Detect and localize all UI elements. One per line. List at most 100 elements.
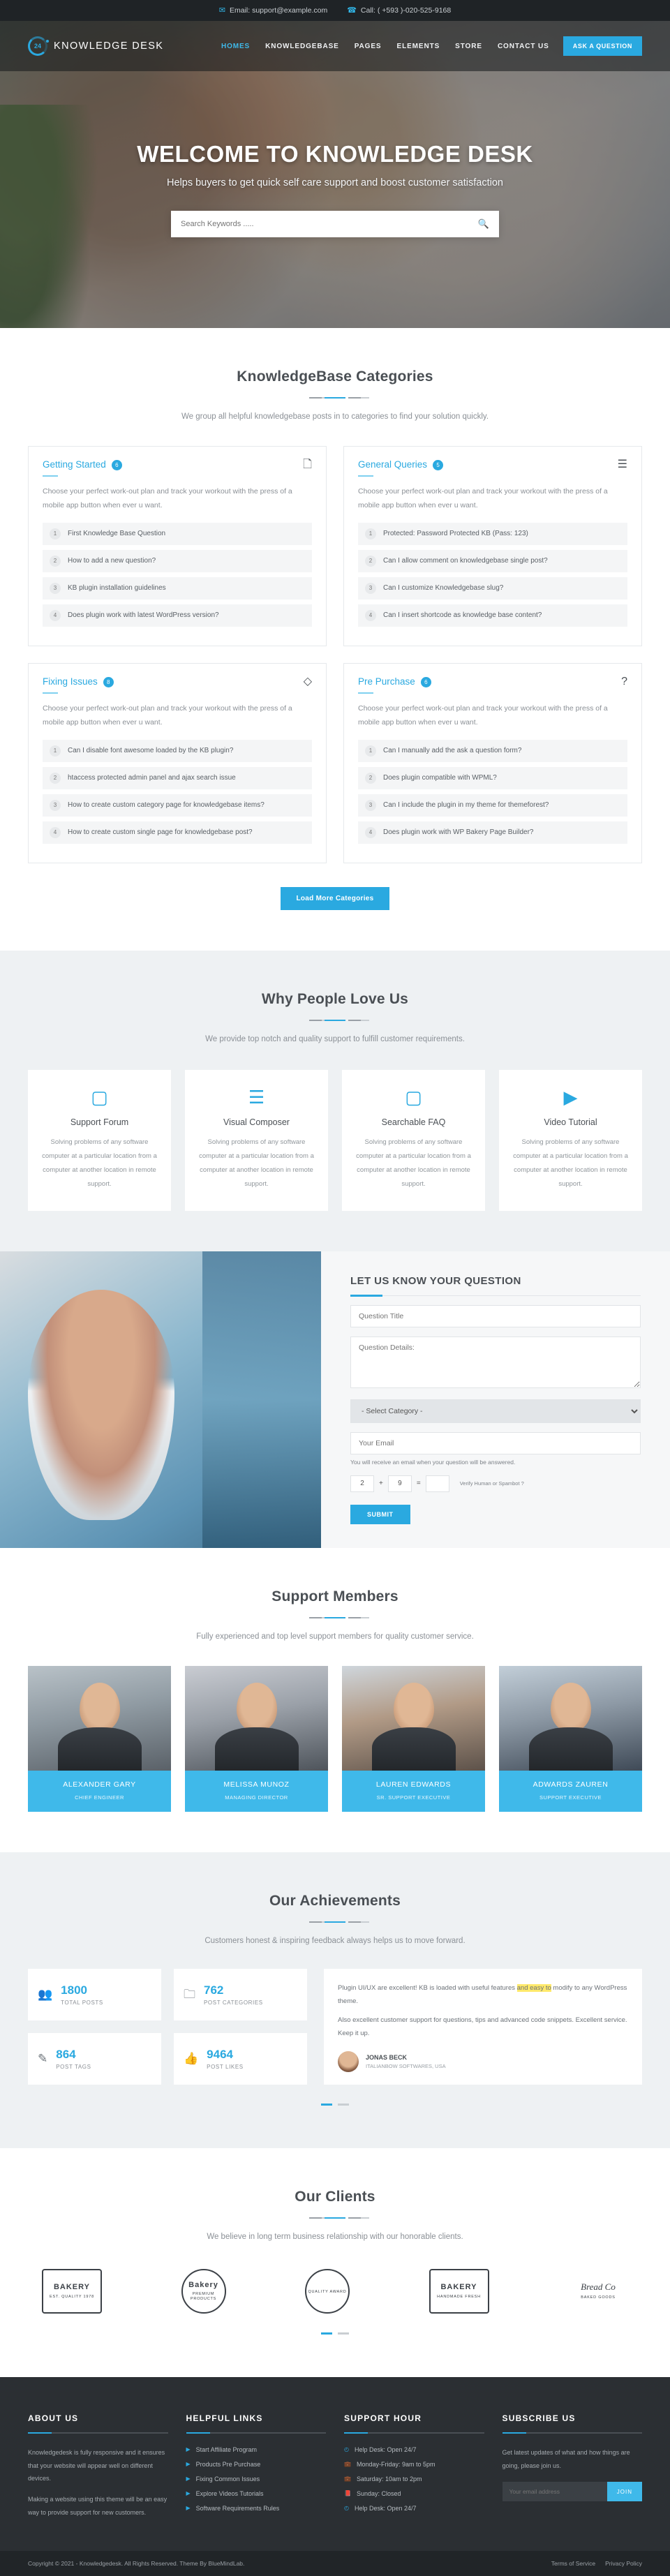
nav-item-homes[interactable]: HOMES [221, 43, 250, 50]
captcha-operand-a: 2 [350, 1475, 374, 1492]
top-email[interactable]: ✉ Email: support@example.com [219, 6, 327, 15]
list-item[interactable]: 3 Can I customize Knowledgebase slug? [358, 576, 627, 600]
load-more-categories-button[interactable]: Load More Categories [281, 886, 389, 910]
nav-item-contact-us[interactable]: CONTACT US [498, 43, 549, 50]
list-item[interactable]: 4 Can I insert shortcode as knowledge bas… [358, 604, 627, 627]
question-details-textarea[interactable] [350, 1336, 641, 1388]
category-name[interactable]: General Queries [358, 459, 427, 470]
list-item[interactable]: 3 KB plugin installation guidelines [43, 576, 312, 600]
question-title-input[interactable] [350, 1304, 641, 1327]
list-item-label: How to create custom category page for k… [68, 801, 265, 810]
list-item-label: Can I include the plugin in my theme for… [383, 801, 549, 810]
footer-hour-label: Saturday: 10am to 2pm [356, 2475, 422, 2482]
carousel-dot-active[interactable] [321, 2103, 333, 2106]
list-item[interactable]: 3 How to create custom category page for … [43, 794, 312, 817]
knowledgebase-categories-section: KnowledgeBase Categories We group all he… [0, 328, 670, 951]
subscribe-form: JOIN [502, 2482, 642, 2502]
love-subtitle: We provide top notch and quality support… [205, 1034, 465, 1043]
play-circle-icon: ▶ [563, 1086, 578, 1108]
site-logo[interactable]: 24 KNOWLEDGE DESK [28, 36, 163, 56]
footer-columns: ABOUT US Knowledgedesk is fully responsi… [28, 2413, 642, 2527]
list-item[interactable]: 2 Can I allow comment on knowledgebase si… [358, 549, 627, 572]
category-card: General Queries 5 ☰ Choose your perfect wor… [343, 446, 642, 646]
list-item[interactable]: 2 htaccess protected admin panel and ajax… [43, 766, 312, 789]
list-item-number: 3 [365, 582, 376, 594]
list-item[interactable]: 1 Protected: Password Protected KB (Pass:… [358, 522, 627, 545]
nav-item-elements[interactable]: ELEMENTS [397, 43, 440, 50]
team-member-photo [342, 1665, 485, 1771]
top-phone[interactable]: ☎ Call: ( +593 )-020-525-9168 [347, 6, 451, 15]
copyright-link[interactable]: Terms of Service [551, 2560, 595, 2567]
search-input[interactable] [181, 220, 478, 228]
footer-link[interactable]: ▶ Software Requirements Rules [186, 2505, 327, 2512]
copyright-link[interactable]: Privacy Policy [605, 2560, 642, 2567]
footer-link[interactable]: ▶ Fixing Common Issues [186, 2476, 327, 2482]
footer-link[interactable]: ▶ Start Affiliate Program [186, 2446, 327, 2453]
footer-hour-label: Help Desk: Open 24/7 [354, 2504, 417, 2512]
list-item-label: Can I manually add the ask a question fo… [383, 747, 522, 755]
list-item[interactable]: 4 How to create custom single page for kn… [43, 821, 312, 844]
nav-item-knowledgebase[interactable]: KNOWLEDGEBASE [265, 43, 339, 50]
hero-content: WELCOME TO KNOWLEDGE DESK Helps buyers t… [0, 71, 670, 237]
category-select[interactable]: - Select Category -Getting StartedGenera… [350, 1399, 641, 1423]
category-name[interactable]: Fixing Issues [43, 676, 98, 687]
carousel-dot[interactable] [337, 2103, 349, 2106]
team-member-card[interactable]: ALEXANDER GARY CHIEF ENGINEER [28, 1665, 171, 1812]
top-contact-bar: ✉ Email: support@example.com ☎ Call: ( +… [0, 0, 670, 21]
logo-text: KNOWLEDGE DESK [54, 40, 164, 52]
category-description: Choose your perfect work-out plan and tr… [358, 704, 608, 727]
category-description: Choose your perfect work-out plan and tr… [43, 704, 292, 727]
nav-item-store[interactable]: STORE [455, 43, 482, 50]
category-description: Choose your perfect work-out plan and tr… [358, 487, 608, 509]
search-icon[interactable]: 🔍 [478, 218, 489, 230]
category-name[interactable]: Getting Started [43, 459, 106, 470]
hero-title: WELCOME TO KNOWLEDGE DESK [137, 141, 533, 167]
footer-link-label: Start Affiliate Program [195, 2445, 258, 2453]
client-logo-tagline: PREMIUM PRODUCTS [190, 2292, 217, 2302]
list-item[interactable]: 2 Does plugin compatible with WPML? [358, 766, 627, 789]
list-item[interactable]: 3 Can I include the plugin in my theme fo… [358, 794, 627, 817]
footer-hour-item: ◴ Help Desk: Open 24/7 [344, 2446, 484, 2453]
footer-link[interactable]: ▶ Products Pre Purchase [186, 2461, 327, 2468]
client-logo: BAKERY HANDMADE FRESH [429, 2268, 489, 2314]
team-member-card[interactable]: LAUREN EDWARDS SR. SUPPORT EXECUTIVE [342, 1665, 485, 1812]
email-note: You will receive an email when your ques… [350, 1458, 516, 1466]
footer-links-list: ▶ Start Affiliate Program ▶ Products Pre Pu… [186, 2446, 327, 2512]
ask-question-section: LET US KNOW YOUR QUESTION - Select Categ… [0, 1251, 670, 1548]
subscribe-email-input[interactable] [502, 2482, 607, 2502]
feature-title: Searchable FAQ [381, 1117, 446, 1127]
list-item[interactable]: 4 Does plugin work with WP Bakery Page Bu… [358, 821, 627, 844]
briefcase-icon: 💼 [344, 2476, 351, 2482]
client-logo: QUALITY AWARD [305, 2268, 350, 2314]
client-logo: Bread Co BAKED GOODS [568, 2269, 628, 2314]
form-title-underline [350, 1294, 641, 1297]
list-item[interactable]: 1 First Knowledge Base Question [43, 522, 312, 545]
carousel-dot-active[interactable] [321, 2332, 333, 2335]
testimonial-author-name: JONAS BECK [366, 2053, 408, 2061]
question-circle-icon: ? [621, 675, 627, 687]
question-form: LET US KNOW YOUR QUESTION - Select Categ… [321, 1251, 670, 1548]
list-item[interactable]: 1 Can I manually add the ask a question f… [358, 739, 627, 762]
hero-search-bar[interactable]: 🔍 [171, 211, 499, 237]
team-member-card[interactable]: MELISSA MUNOZ MANAGING DIRECTOR [185, 1665, 328, 1812]
email-field[interactable] [350, 1431, 641, 1454]
feature-title: Visual Composer [223, 1117, 290, 1127]
stat-number: 762 [204, 1983, 224, 1997]
carousel-dot[interactable] [337, 2332, 349, 2335]
nav-item-pages[interactable]: PAGES [355, 43, 382, 50]
footer-subscribe-desc: Get latest updates of what and how thing… [502, 2448, 630, 2469]
footer-link[interactable]: ▶ Explore Videos Tutorials [186, 2490, 327, 2497]
submit-button[interactable]: SUBMIT [350, 1504, 410, 1524]
category-name[interactable]: Pre Purchase [358, 676, 415, 687]
list-item[interactable]: 2 How to add a new question? [43, 549, 312, 572]
team-member-card[interactable]: ADWARDS ZAUREN SUPPORT EXECUTIVE [499, 1665, 642, 1812]
ask-a-question-button[interactable]: ASK A QUESTION [563, 36, 642, 56]
captcha-answer-input[interactable] [425, 1475, 449, 1492]
list-item[interactable]: 4 Does plugin work with latest WordPress … [43, 604, 312, 627]
list-item[interactable]: 1 Can I disable font awesome loaded by th… [43, 739, 312, 762]
join-button[interactable]: JOIN [606, 2482, 642, 2502]
captcha-operator: + [379, 1480, 383, 1488]
footer-subscribe-title: SUBSCRIBE US [502, 2413, 576, 2423]
client-logo-tagline: BAKED GOODS [581, 2295, 616, 2300]
testimonial-text-2: Also excellent customer support for ques… [338, 2016, 627, 2037]
